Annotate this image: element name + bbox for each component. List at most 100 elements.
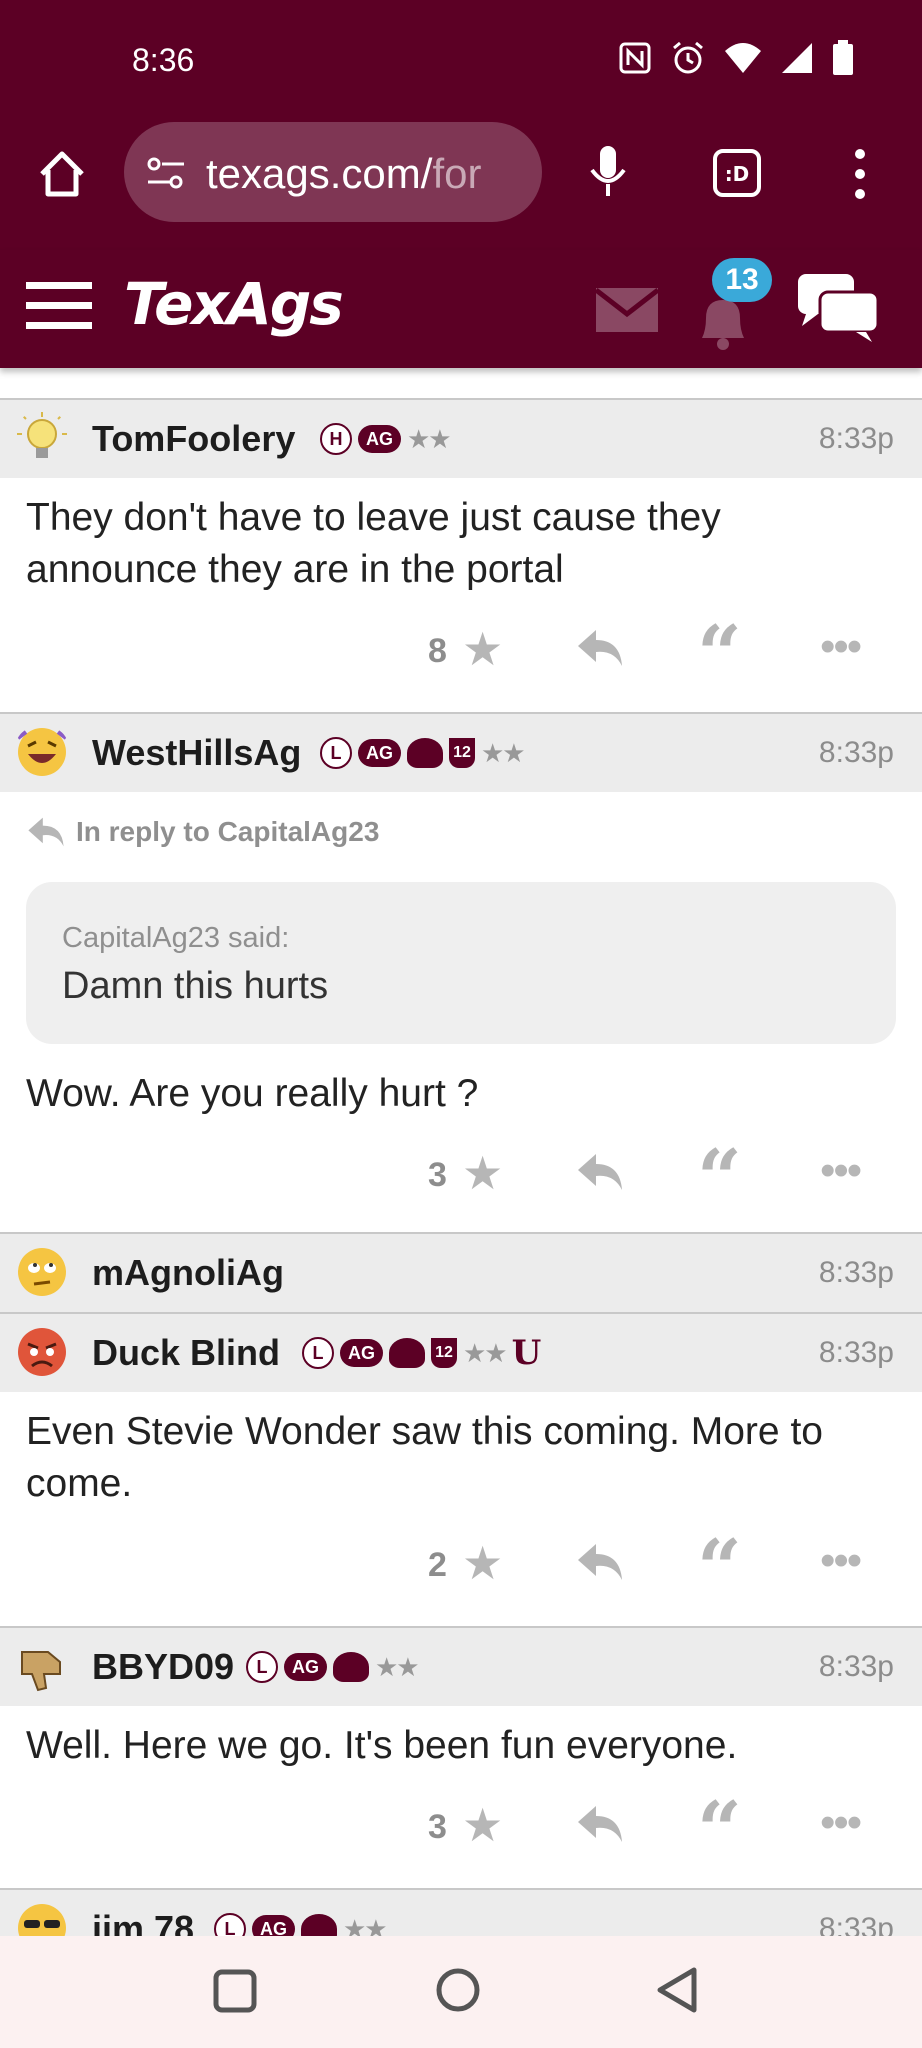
notification-badge: 13 [712, 258, 772, 302]
badge-12: 12 [431, 1338, 457, 1368]
quote-text: Damn this hurts [62, 965, 329, 1007]
alarm-icon [673, 41, 703, 74]
star-icon[interactable]: ★ [462, 1798, 503, 1852]
url-host: texags.com/ [206, 150, 433, 197]
battery-icon [833, 40, 853, 75]
post-header: WestHillsAg L AG 12 ★★ 8:33p [0, 712, 922, 792]
system-nav-bar [0, 1936, 922, 2048]
post-username[interactable]: BBYD09 [92, 1646, 234, 1688]
laughing-avatar-icon[interactable] [14, 724, 70, 780]
wifi-icon [725, 43, 761, 73]
u-logo-icon: U [511, 1333, 542, 1373]
badge-l: L [320, 737, 352, 769]
helmet-icon [389, 1338, 425, 1368]
badge-ag: AG [284, 1653, 327, 1681]
post-feed: TomFoolery H AG ★★ 8:33p They don't have… [0, 398, 922, 1968]
rank-stars: ★★ [463, 1337, 508, 1368]
rank-stars: ★★ [375, 1651, 420, 1682]
quote-block: CapitalAg23 said: Damn this hurts [26, 882, 896, 1044]
badge-h: H [320, 423, 352, 455]
in-reply-to-text: In reply to CapitalAg23 [76, 816, 380, 847]
quote-icon[interactable]: “ [697, 1140, 742, 1218]
badge-ag: AG [340, 1339, 383, 1367]
chat-icon[interactable] [796, 272, 882, 344]
reply-arrow-icon [28, 817, 64, 847]
star-icon[interactable]: ★ [462, 1146, 503, 1200]
post-username[interactable]: mAgnoliAg [92, 1252, 284, 1294]
quote-icon[interactable]: “ [697, 1530, 742, 1608]
svg-text::D: :D [725, 162, 750, 186]
url-field[interactable]: texags.com/for [124, 122, 542, 222]
mail-icon[interactable] [596, 288, 658, 332]
quote-author: CapitalAg23 said: [62, 922, 290, 954]
nfc-icon [619, 42, 651, 74]
like-count: 3 [428, 1808, 447, 1846]
reply-icon[interactable] [576, 628, 624, 668]
helmet-icon [333, 1652, 369, 1682]
more-icon[interactable]: ••• [820, 1798, 862, 1848]
signal-icon [782, 43, 812, 73]
post-header: BBYD09 L AG ★★ 8:33p [0, 1626, 922, 1706]
overflow-menu-icon[interactable] [852, 148, 868, 200]
post-actions: 3 ★ “ ••• [0, 1772, 922, 1888]
badge-l: L [246, 1651, 278, 1683]
post-body: They don't have to leave just cause they… [26, 496, 721, 591]
more-icon[interactable]: ••• [820, 1536, 862, 1586]
angry-avatar-icon[interactable] [14, 1324, 70, 1380]
hamburger-icon[interactable] [26, 280, 92, 332]
more-icon[interactable]: ••• [820, 1146, 862, 1196]
user-badges: L AG ★★ [240, 1651, 420, 1683]
post-time: 8:33p [818, 1256, 894, 1289]
post-username[interactable]: WestHillsAg [92, 732, 301, 774]
quote-icon[interactable]: “ [697, 1792, 742, 1870]
user-badges: L AG 12 ★★ U [296, 1333, 541, 1373]
browser-toolbar: texags.com/for :D [0, 120, 922, 250]
reply-icon[interactable] [576, 1804, 624, 1844]
status-bar: 8:36 [0, 0, 922, 120]
like-count: 3 [428, 1156, 447, 1194]
post-body: Well. Here we go. It's been fun everyone… [26, 1724, 738, 1767]
rank-stars: ★★ [481, 737, 526, 768]
post-actions: 2 ★ “ ••• [0, 1510, 922, 1626]
back-icon[interactable] [654, 1966, 700, 2014]
url-path: for [432, 150, 482, 197]
thumbs-down-avatar-icon[interactable] [14, 1638, 70, 1694]
user-badges: L AG 12 ★★ [314, 737, 526, 769]
badge-12: 12 [449, 738, 475, 768]
home-icon[interactable] [36, 148, 88, 200]
user-badges: H AG ★★ [314, 423, 452, 455]
badge-l: L [302, 1337, 334, 1369]
post-actions: 8 ★ “ ••• [0, 596, 922, 712]
tab-switcher-icon[interactable]: :D [712, 148, 762, 198]
microphone-icon[interactable] [588, 144, 628, 200]
star-icon[interactable]: ★ [462, 1536, 503, 1590]
status-icons [618, 40, 854, 76]
post-header: TomFoolery H AG ★★ 8:33p [0, 398, 922, 478]
site-settings-icon[interactable] [146, 156, 186, 190]
site-navbar: TexAgs 13 [0, 250, 922, 368]
post-time: 8:33p [818, 736, 894, 769]
like-count: 2 [428, 1546, 447, 1584]
rolling-eyes-avatar-icon[interactable] [14, 1244, 70, 1300]
reply-icon[interactable] [576, 1542, 624, 1582]
post-username[interactable]: Duck Blind [92, 1332, 280, 1374]
star-icon[interactable]: ★ [462, 622, 503, 676]
post-header: Duck Blind L AG 12 ★★ U 8:33p [0, 1312, 922, 1392]
badge-ag: AG [358, 425, 401, 453]
in-reply-to[interactable]: In reply to CapitalAg23 [0, 792, 922, 848]
more-icon[interactable]: ••• [820, 622, 862, 672]
post-username[interactable]: TomFoolery [92, 418, 295, 460]
reply-icon[interactable] [576, 1152, 624, 1192]
helmet-icon [407, 738, 443, 768]
post-time: 8:33p [818, 1650, 894, 1683]
post-time: 8:33p [818, 422, 894, 455]
rank-stars: ★★ [407, 423, 452, 454]
site-logo[interactable]: TexAgs [124, 270, 344, 338]
post-header: mAgnoliAg 8:33p [0, 1232, 922, 1312]
post-actions: 3 ★ “ ••• [0, 1120, 922, 1232]
quote-icon[interactable]: “ [697, 616, 742, 694]
recents-icon[interactable] [212, 1968, 258, 2014]
home-nav-icon[interactable] [434, 1966, 482, 2014]
post-body: Even Stevie Wonder saw this coming. More… [26, 1410, 823, 1505]
lightbulb-avatar-icon[interactable] [14, 410, 70, 466]
